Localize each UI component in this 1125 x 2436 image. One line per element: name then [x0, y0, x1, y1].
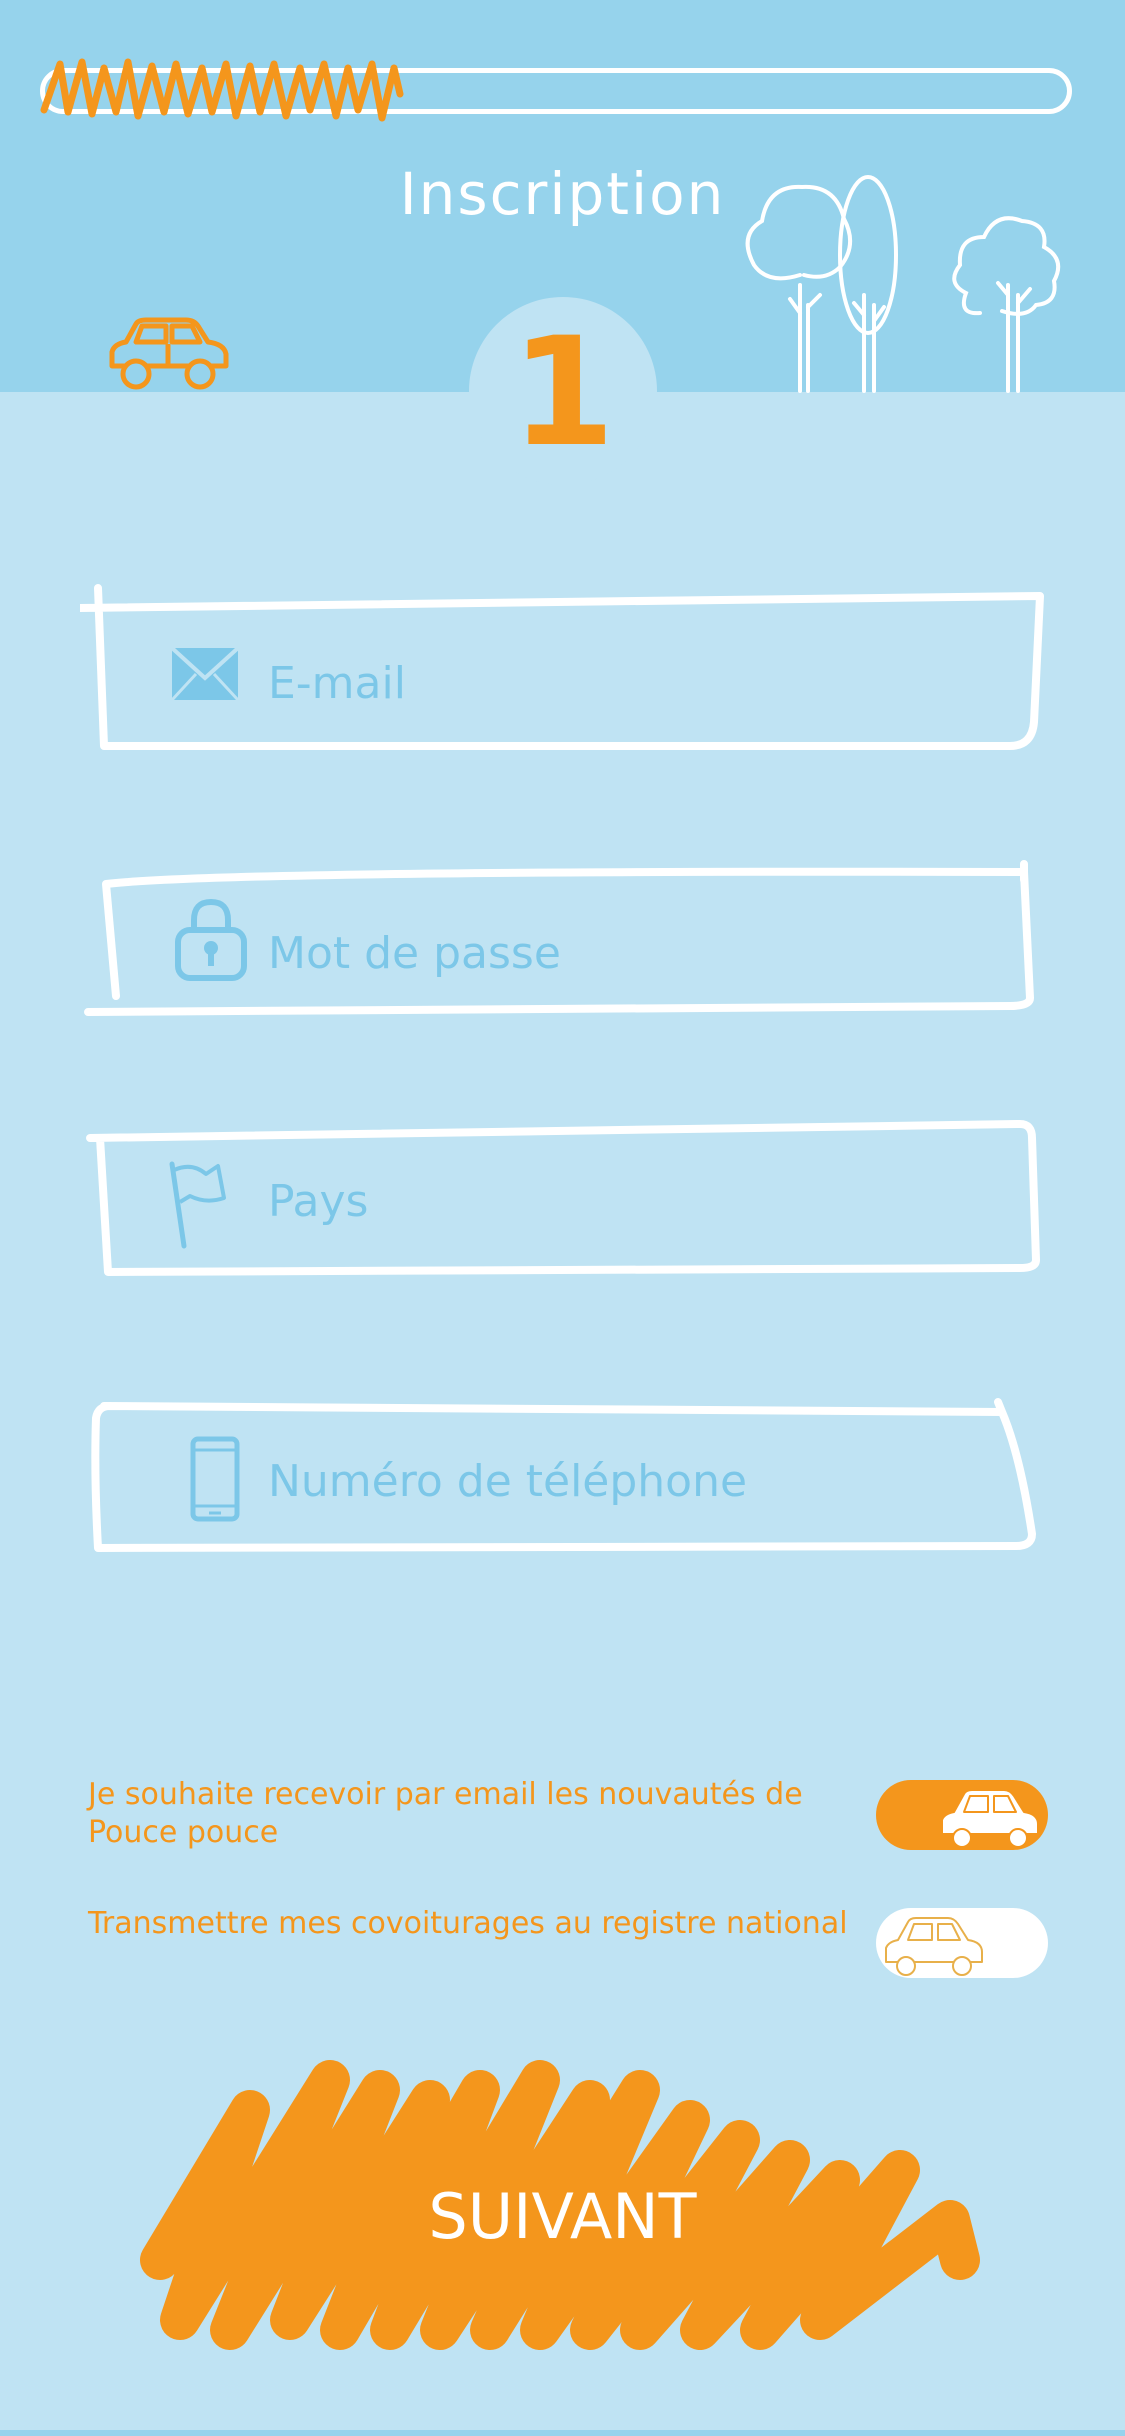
progress-fill	[40, 58, 404, 122]
email-field[interactable]: E-mail	[80, 584, 1045, 750]
envelope-icon	[170, 646, 240, 702]
registry-toggle[interactable]	[876, 1908, 1048, 1978]
lock-icon	[175, 898, 247, 981]
bottom-divider	[0, 2430, 1125, 2436]
car-toggle-icon	[941, 1789, 1039, 1848]
flag-icon	[169, 1161, 226, 1249]
step-number: 1	[510, 306, 616, 480]
password-field[interactable]: Mot de passe	[80, 840, 1045, 1016]
registry-option-text: Transmettre mes covoiturages au registre…	[88, 1906, 848, 1941]
car-icon	[109, 317, 229, 390]
signup-screen: Inscription 1 E-mail Mot de passe Pays N…	[0, 0, 1125, 2436]
phone-field[interactable]: Numéro de téléphone	[80, 1394, 1045, 1552]
country-label: Pays	[268, 1176, 369, 1227]
newsletter-toggle[interactable]	[876, 1780, 1048, 1850]
phone-label: Numéro de téléphone	[268, 1456, 748, 1507]
phone-icon	[190, 1436, 240, 1522]
trees-illustration	[745, 175, 1061, 393]
newsletter-option-text: Je souhaite recevoir par email les nouva…	[88, 1777, 803, 1850]
next-button[interactable]	[140, 2060, 1000, 2360]
car-toggle-icon	[885, 1917, 983, 1976]
password-label: Mot de passe	[268, 928, 561, 979]
email-label: E-mail	[268, 658, 406, 709]
country-field[interactable]: Pays	[80, 1114, 1045, 1276]
